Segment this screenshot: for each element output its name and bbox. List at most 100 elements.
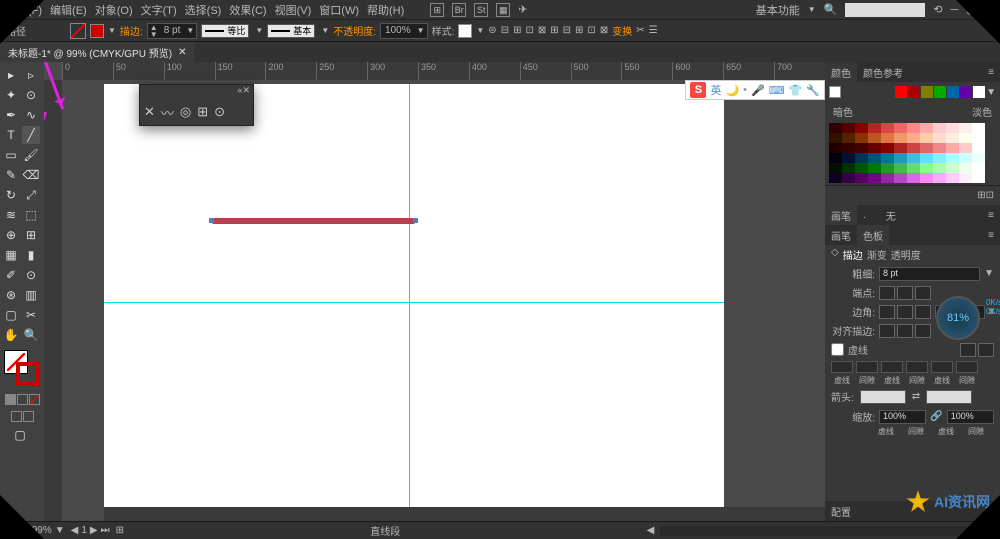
- color-swatch[interactable]: [947, 86, 959, 98]
- pen-tool[interactable]: ✒: [2, 106, 20, 124]
- tab-color-guide[interactable]: 颜色参考: [857, 62, 909, 83]
- tab-close-icon[interactable]: ✕: [178, 47, 186, 58]
- shape-builder-tool[interactable]: ⊕: [2, 226, 20, 244]
- screen-mode-icon[interactable]: ▢: [2, 426, 38, 444]
- tab-color[interactable]: 颜色: [825, 62, 857, 83]
- brush-dots-icon[interactable]: ⊙: [214, 104, 225, 120]
- align-icon9[interactable]: ⊡: [587, 25, 595, 36]
- gpu-icon[interactable]: ✈: [518, 3, 527, 16]
- ime-mic-icon[interactable]: 🎤: [751, 84, 765, 97]
- menu-window[interactable]: 窗口(W): [319, 2, 359, 18]
- color-swatch[interactable]: [895, 86, 907, 98]
- tab-profile[interactable]: 配置: [825, 501, 857, 522]
- selection-tool[interactable]: ▸: [2, 66, 20, 84]
- ime-moon-icon[interactable]: 🌙: [725, 84, 739, 97]
- ime-tool-icon[interactable]: 🔧: [806, 84, 820, 97]
- type-tool[interactable]: T: [2, 126, 20, 144]
- zoom-tool[interactable]: 🔍: [22, 326, 40, 344]
- sync-icon[interactable]: ⟲: [933, 3, 942, 16]
- horizontal-scrollbar[interactable]: [104, 507, 825, 521]
- st-icon[interactable]: St: [474, 3, 488, 17]
- blend-tool[interactable]: ⊙: [22, 266, 40, 284]
- cap-buttons[interactable]: [879, 286, 931, 300]
- weight-input[interactable]: 8 pt: [879, 267, 980, 281]
- corner-buttons[interactable]: [879, 305, 931, 319]
- magic-wand-tool[interactable]: ✦: [2, 86, 20, 104]
- scroll-left-icon[interactable]: ◀: [647, 525, 655, 536]
- line-tool[interactable]: ╱: [22, 126, 40, 144]
- shaper-tool[interactable]: ✎: [2, 166, 20, 184]
- rectangle-tool[interactable]: ▭: [2, 146, 20, 164]
- stroke-swatch[interactable]: [16, 362, 40, 386]
- align-icon8[interactable]: ⊞: [575, 25, 583, 36]
- h-scrollbar[interactable]: [660, 526, 980, 536]
- panel-menu-icon[interactable]: ≡: [982, 207, 1000, 224]
- align-icon7[interactable]: ⊟: [563, 25, 571, 36]
- artboard-tool[interactable]: ▢: [2, 306, 20, 324]
- curvature-tool[interactable]: ∿: [22, 106, 40, 124]
- swap-icon[interactable]: ⇄: [912, 391, 920, 402]
- dash-align-icons[interactable]: [960, 343, 994, 357]
- subtab-stroke[interactable]: 描边: [843, 247, 863, 262]
- ime-keyboard-icon[interactable]: ⌨: [769, 84, 785, 97]
- ime-skin-icon[interactable]: 👕: [789, 84, 803, 97]
- stroke-label[interactable]: 描边:: [120, 23, 143, 38]
- brush-grid-icon[interactable]: ⊞: [197, 104, 208, 120]
- menu-select[interactable]: 选择(S): [185, 2, 222, 18]
- menu-effect[interactable]: 效果(C): [229, 2, 266, 18]
- stroke-weight-input[interactable]: ▲▼8 pt▼: [147, 23, 198, 39]
- brush-stroke-icon[interactable]: 〰: [161, 103, 174, 122]
- search-input[interactable]: [845, 3, 925, 17]
- rotate-tool[interactable]: ↻: [2, 186, 20, 204]
- lasso-tool[interactable]: ⊙: [22, 86, 40, 104]
- brush-spiral-icon[interactable]: ◎: [180, 104, 191, 120]
- fill-stroke-control[interactable]: [4, 350, 40, 386]
- eraser-tool[interactable]: ⌫: [22, 166, 40, 184]
- color-guide-grid[interactable]: [825, 121, 1000, 185]
- color-swatch[interactable]: [973, 86, 985, 98]
- opacity-input[interactable]: 100%▼: [380, 23, 428, 39]
- align-stroke-buttons[interactable]: [879, 324, 931, 338]
- stroke-profile[interactable]: 等比: [201, 24, 249, 38]
- brush-preview-icon[interactable]: ✕: [144, 104, 155, 120]
- arrow-start[interactable]: [860, 390, 906, 404]
- width-tool[interactable]: ≋: [2, 206, 20, 224]
- more-icon[interactable]: ☰: [649, 25, 658, 36]
- prev-page-icon[interactable]: ◀: [71, 525, 79, 536]
- next-page-icon[interactable]: ▶: [90, 525, 98, 536]
- tab-brushes2[interactable]: 画笔: [825, 225, 857, 246]
- eyedropper-tool[interactable]: ✐: [2, 266, 20, 284]
- style-swatch[interactable]: [458, 24, 472, 38]
- align-icon6[interactable]: ⊞: [550, 25, 558, 36]
- color-fill-proxy[interactable]: [829, 86, 841, 98]
- align-icon3[interactable]: ⊞: [513, 25, 521, 36]
- vertical-ruler[interactable]: [44, 80, 62, 521]
- horizontal-ruler[interactable]: 0501001502002503003504004505005506006507…: [62, 62, 825, 80]
- sogou-icon[interactable]: S: [690, 82, 706, 98]
- tab-swatches[interactable]: 色板: [857, 225, 889, 246]
- transform-label[interactable]: 变换: [612, 23, 632, 38]
- br-icon[interactable]: Br: [452, 3, 466, 17]
- color-mode-row[interactable]: [5, 394, 40, 405]
- menu-help[interactable]: 帮助(H): [367, 2, 404, 18]
- ime-toolbar[interactable]: S 英 🌙 • 🎤 ⌨ 👕 🔧: [685, 80, 825, 100]
- brush-definition[interactable]: 基本: [267, 24, 315, 38]
- link-icon[interactable]: 🔗: [930, 411, 942, 422]
- color-swatch[interactable]: [908, 86, 920, 98]
- canvas-area[interactable]: 0501001502002503003504004505005506006507…: [44, 62, 825, 521]
- swatch-dropdown-icon[interactable]: ▼: [986, 87, 996, 98]
- align-icon4[interactable]: ⊡: [525, 25, 533, 36]
- panel-close-icon[interactable]: ✕: [242, 85, 250, 99]
- document-tab[interactable]: 未标题-1* @ 99% (CMYK/GPU 预览) ✕: [0, 42, 194, 63]
- align-icon5[interactable]: ⊠: [538, 25, 546, 36]
- horizontal-guide[interactable]: [104, 302, 724, 303]
- brush-options-panel[interactable]: « ✕ ✕ 〰 ◎ ⊞ ⊙: [139, 84, 254, 126]
- symbol-sprayer-tool[interactable]: ⊛: [2, 286, 20, 304]
- layout-icon[interactable]: ⊞: [430, 3, 444, 17]
- subtab-transparency[interactable]: 透明度: [891, 247, 921, 262]
- graph-tool[interactable]: ▥: [22, 286, 40, 304]
- align-icon2[interactable]: ⊟: [501, 25, 509, 36]
- opacity-label[interactable]: 不透明度:: [333, 23, 376, 38]
- isolate-icon[interactable]: ✂: [636, 25, 644, 36]
- last-page-icon[interactable]: ⏭: [101, 525, 110, 536]
